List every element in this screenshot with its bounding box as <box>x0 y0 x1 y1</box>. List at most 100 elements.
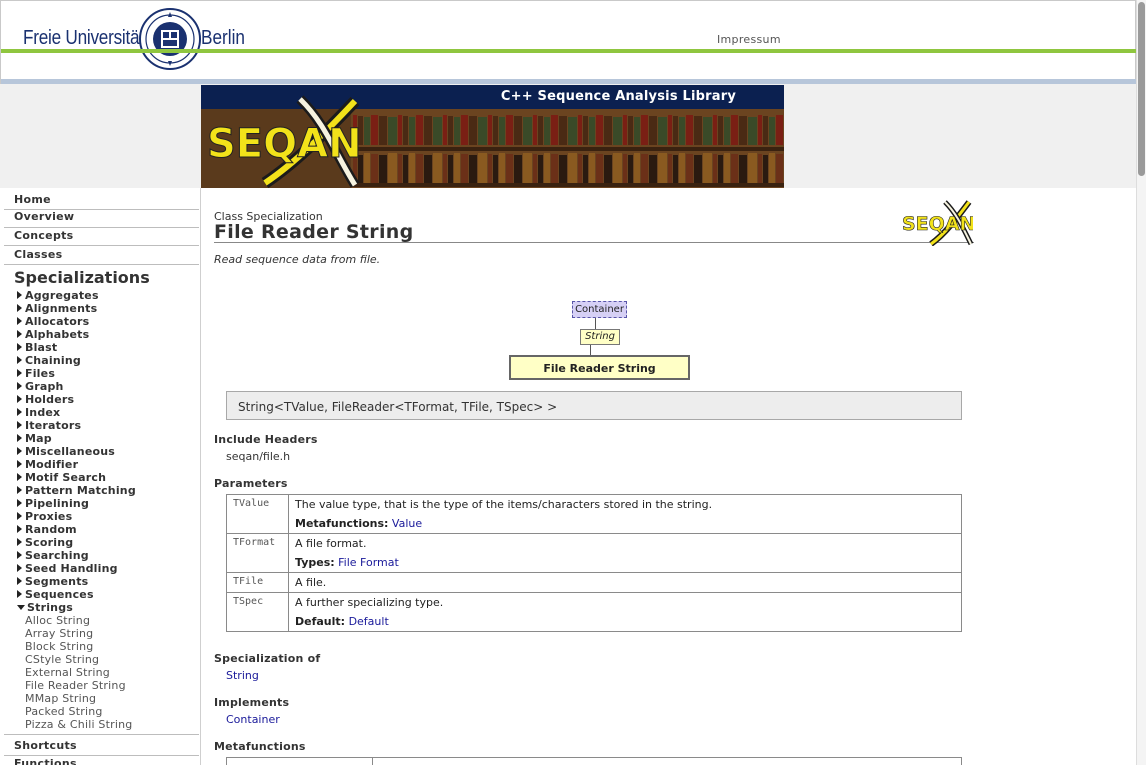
parameter-description: A file. <box>295 576 327 589</box>
impressum-link[interactable]: Impressum <box>717 33 781 46</box>
nav-subitem-alloc-string[interactable]: Alloc String <box>25 614 90 627</box>
triangle-right-icon <box>17 499 22 507</box>
triangle-right-icon <box>17 408 22 416</box>
nav-category-searching[interactable]: Searching <box>17 549 89 562</box>
nav-subitem-file-reader-string[interactable]: File Reader String <box>25 679 126 692</box>
nav-category-files[interactable]: Files <box>17 367 55 380</box>
nav-subitem-cstyle-string[interactable]: CStyle String <box>25 653 99 666</box>
nav-category-segments[interactable]: Segments <box>17 575 88 588</box>
nav-category-label: Strings <box>27 601 74 614</box>
nav-category-holders[interactable]: Holders <box>17 393 74 406</box>
nav-category-modifier[interactable]: Modifier <box>17 458 78 471</box>
nav-classes[interactable]: Classes <box>14 248 62 261</box>
parameter-description-cell: The value type, that is the type of the … <box>288 494 962 534</box>
nav-subitem-block-string[interactable]: Block String <box>25 640 93 653</box>
triangle-right-icon <box>17 291 22 299</box>
parameter-extra-link[interactable]: File Format <box>338 556 399 569</box>
nav-category-label: Scoring <box>25 536 74 549</box>
include-headers-value: seqan/file.h <box>226 450 291 463</box>
nav-category-label: Seed Handling <box>25 562 118 575</box>
site-header: Freie Universität Berlin Impressum <box>0 0 1137 86</box>
nav-category-graph[interactable]: Graph <box>17 380 64 393</box>
nav-category-allocators[interactable]: Allocators <box>17 315 89 328</box>
nav-category-index[interactable]: Index <box>17 406 60 419</box>
parameter-row: TFormat A file format. Types: File Format <box>226 533 962 573</box>
nav-category-iterators[interactable]: Iterators <box>17 419 81 432</box>
nav-category-strings[interactable]: Strings <box>17 601 73 614</box>
nav-subitem-packed-string[interactable]: Packed String <box>25 705 103 718</box>
diagram-container-node[interactable]: Container <box>572 301 627 318</box>
specialization-of-link[interactable]: String <box>226 669 259 682</box>
nav-category-blast[interactable]: Blast <box>17 341 57 354</box>
seqan-banner: C++ Sequence Analysis Library SEQAN <box>201 85 784 189</box>
include-headers-heading: Include Headers <box>214 433 318 446</box>
nav-category-label: Miscellaneous <box>25 445 116 458</box>
nav-functions[interactable]: Functions <box>14 757 77 765</box>
nav-category-label: Segments <box>25 575 89 588</box>
nav-category-map[interactable]: Map <box>17 432 52 445</box>
nav-category-alphabets[interactable]: Alphabets <box>17 328 89 341</box>
parameter-name: TFile <box>226 572 289 593</box>
nav-category-seed-handling[interactable]: Seed Handling <box>17 562 118 575</box>
nav-overview[interactable]: Overview <box>14 210 74 223</box>
parameter-extra-link[interactable]: Value <box>392 517 422 530</box>
triangle-right-icon <box>17 421 22 429</box>
nav-category-scoring[interactable]: Scoring <box>17 536 73 549</box>
banner-title: C++ Sequence Analysis Library <box>500 89 736 104</box>
nav-home[interactable]: Home <box>14 193 51 206</box>
diagram-string-node[interactable]: String <box>580 329 620 345</box>
parameter-extra: Types: File Format <box>295 556 955 569</box>
triangle-right-icon <box>17 317 22 325</box>
triangle-right-icon <box>17 551 22 559</box>
nav-category-miscellaneous[interactable]: Miscellaneous <box>17 445 115 458</box>
nav-category-alignments[interactable]: Alignments <box>17 302 97 315</box>
nav-concepts[interactable]: Concepts <box>14 229 74 242</box>
nav-divider <box>4 755 199 756</box>
seqan-logo-icon[interactable]: SEQAN <box>205 93 373 189</box>
university-seal-icon[interactable] <box>139 8 201 70</box>
nav-category-pattern-matching[interactable]: Pattern Matching <box>17 484 136 497</box>
parameters-table: TValue The value type, that is the type o… <box>226 494 962 632</box>
nav-category-label: Holders <box>25 393 75 406</box>
nav-category-sequences[interactable]: Sequences <box>17 588 94 601</box>
triangle-right-icon <box>17 590 22 598</box>
nav-divider <box>4 245 199 246</box>
scrollbar-thumb[interactable] <box>1138 2 1145 176</box>
nav-category-aggregates[interactable]: Aggregates <box>17 289 99 302</box>
implements-heading: Implements <box>214 696 290 709</box>
nav-category-pipelining[interactable]: Pipelining <box>17 497 89 510</box>
page-summary: Read sequence data from file. <box>214 253 381 266</box>
nav-specializations-heading[interactable]: Specializations <box>14 268 150 287</box>
triangle-right-icon <box>17 564 22 572</box>
nav-shortcuts[interactable]: Shortcuts <box>14 739 77 752</box>
triangle-right-icon <box>17 395 22 403</box>
class-signature: String<TValue, FileReader<TFormat, TFile… <box>226 391 962 420</box>
parameter-description-cell: A file format. Types: File Format <box>288 533 962 573</box>
nav-category-label: Searching <box>25 549 89 562</box>
nav-subitem-pizza-chili-string[interactable]: Pizza & Chili String <box>25 718 132 731</box>
nav-category-random[interactable]: Random <box>17 523 77 536</box>
nav-subitem-array-string[interactable]: Array String <box>25 627 93 640</box>
nav-category-motif-search[interactable]: Motif Search <box>17 471 106 484</box>
nav-category-chaining[interactable]: Chaining <box>17 354 81 367</box>
parameter-description-cell: A file. <box>288 572 962 593</box>
nav-category-proxies[interactable]: Proxies <box>17 510 72 523</box>
metafunctions-table <box>226 757 962 765</box>
parameter-extra-link[interactable]: Default <box>349 615 389 628</box>
parameter-row: TFile A file. <box>226 572 962 593</box>
main-content: Class Specialization File Reader String … <box>201 188 1136 765</box>
university-name-right[interactable]: Berlin <box>201 27 245 50</box>
diagram-current-node: File Reader String <box>509 355 690 380</box>
nav-category-label: Aggregates <box>25 289 99 302</box>
university-name-left[interactable]: Freie Universität <box>23 27 144 50</box>
triangle-right-icon <box>17 382 22 390</box>
sidebar-navigation: Home Overview Concepts Classes Specializ… <box>0 188 201 765</box>
vertical-scrollbar[interactable] <box>1136 0 1146 765</box>
nav-subitem-external-string[interactable]: External String <box>25 666 110 679</box>
nav-category-label: Allocators <box>25 315 90 328</box>
implements-link[interactable]: Container <box>226 713 280 726</box>
banner-band: C++ Sequence Analysis Library SEQAN <box>0 84 1136 189</box>
parameter-extra: Metafunctions: Value <box>295 517 955 530</box>
triangle-right-icon <box>17 460 22 468</box>
nav-subitem-mmap-string[interactable]: MMap String <box>25 692 96 705</box>
